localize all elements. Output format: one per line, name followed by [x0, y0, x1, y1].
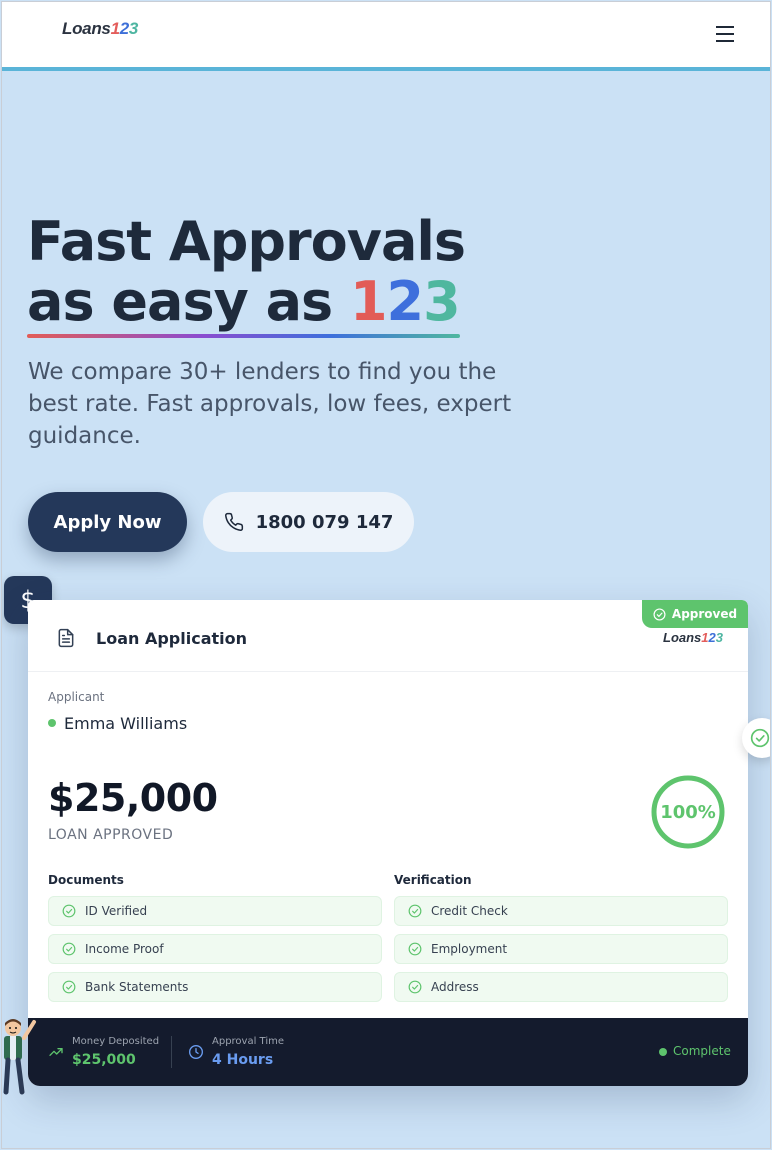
mascot-illustration	[3, 1019, 36, 1095]
check-circle-icon	[408, 980, 422, 994]
document-icon	[58, 628, 74, 648]
check-circle-icon	[408, 904, 422, 918]
approval-time-label: Approval Time	[212, 1036, 285, 1047]
document-item-income: Income Proof	[48, 934, 382, 964]
loan-amount-label: LOAN APPROVED	[48, 827, 174, 843]
loan-amount: $25,000	[48, 776, 218, 820]
card-footer: Money Deposited $25,000 Approval Time 4 …	[28, 1018, 748, 1086]
card-logo-text: Loans	[663, 630, 702, 645]
approval-time-value: 4 Hours	[212, 1052, 274, 1068]
verification-item-label: Address	[431, 980, 479, 994]
verification-item-label: Employment	[431, 942, 508, 956]
logo-digit-3: 3	[128, 19, 139, 38]
document-item-label: ID Verified	[85, 904, 148, 918]
phone-icon	[224, 512, 243, 531]
approved-badge: Approved	[642, 600, 748, 628]
hero-title-text: as easy as	[27, 270, 350, 333]
hero-title-line-2: as easy as 123	[27, 270, 461, 338]
progress-percent: 100%	[660, 801, 716, 823]
footer-divider	[171, 1036, 172, 1068]
documents-title: Documents	[48, 873, 124, 887]
card-logo-digit-1: 1	[701, 630, 709, 645]
logo-text: Loans	[62, 19, 111, 38]
check-circle-icon	[408, 942, 422, 956]
check-circle-icon	[62, 904, 76, 918]
phone-number: 1800 079 147	[255, 511, 394, 533]
header-accent-bar	[2, 67, 770, 71]
deposited-value: $25,000	[72, 1052, 136, 1068]
card-title: Loan Application	[96, 629, 247, 648]
document-item-bank: Bank Statements	[48, 972, 382, 1002]
complete-status-dot	[659, 1048, 667, 1056]
card-logo: Loans123	[663, 630, 723, 645]
card-logo-digit-2: 2	[708, 630, 716, 645]
verification-title: Verification	[394, 873, 472, 887]
applicant-status-dot	[48, 719, 56, 727]
apply-now-button[interactable]: Apply Now	[28, 492, 187, 552]
approved-badge-label: Approved	[671, 607, 738, 621]
logo-digit-2: 2	[119, 19, 129, 38]
complete-status: Complete	[673, 1044, 731, 1058]
hero-title-line-1: Fast Approvals	[27, 210, 466, 273]
hero-digit-2: 2	[386, 270, 425, 333]
page: Loans123 Fast Approvals as easy as 123 W…	[1, 1, 771, 1149]
check-circle-icon	[62, 942, 76, 956]
hero-title: Fast Approvals as easy as 123	[27, 210, 466, 338]
trending-up-icon	[49, 1048, 63, 1056]
verification-item-label: Credit Check	[431, 904, 508, 918]
check-circle-icon	[653, 607, 666, 621]
loan-application-card: Loan Application Approved Loans123 Appli…	[28, 600, 748, 1086]
document-item-label: Income Proof	[85, 942, 164, 956]
document-item-label: Bank Statements	[85, 980, 189, 994]
site-header: Loans123	[2, 2, 770, 68]
hero-digit-3: 3	[423, 270, 461, 333]
applicant-name: Emma Williams	[64, 714, 188, 733]
verification-item-credit: Credit Check	[394, 896, 728, 926]
verification-item-employment: Employment	[394, 934, 728, 964]
hero-subtitle: We compare 30+ lenders to find you the b…	[28, 359, 512, 449]
clock-icon	[189, 1045, 203, 1059]
verification-item-address: Address	[394, 972, 728, 1002]
deposited-label: Money Deposited	[72, 1036, 160, 1047]
hero-digit-1: 1	[349, 270, 388, 333]
phone-button[interactable]: 1800 079 147	[203, 492, 414, 552]
card-logo-digit-3: 3	[715, 630, 723, 645]
logo-digit-1: 1	[110, 19, 120, 38]
hero-gradient-underline	[27, 334, 460, 338]
applicant-label: Applicant	[48, 690, 105, 704]
check-circle-icon	[62, 980, 76, 994]
document-item-id: ID Verified	[48, 896, 382, 926]
card-header: Loan Application Approved Loans123	[28, 600, 748, 672]
hamburger-menu-icon[interactable]	[716, 26, 736, 44]
logo[interactable]: Loans123	[62, 19, 138, 39]
